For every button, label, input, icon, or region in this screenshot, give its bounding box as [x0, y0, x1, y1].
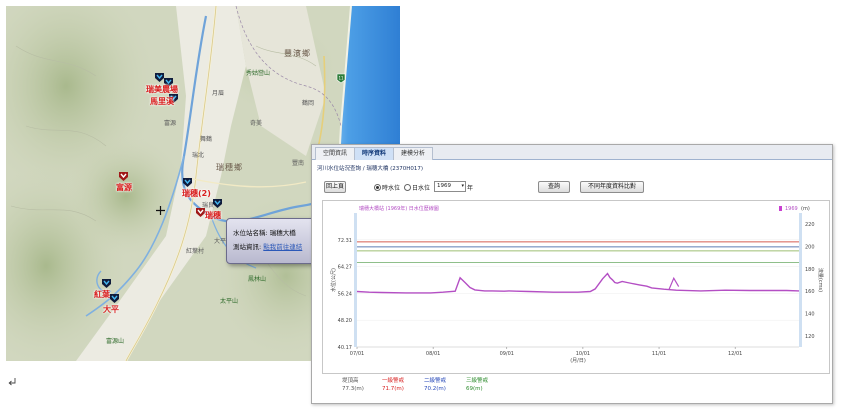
- x-tick-label: 08/01: [426, 351, 440, 357]
- query-controls: 回上頁 時水位 日水位 1969 ▾ 年 查詢 不同年度資料比對: [312, 181, 832, 195]
- popup-info-label: 測站資訊:: [233, 243, 262, 251]
- legend-value-level3: 69(m): [466, 386, 483, 392]
- radio-daily[interactable]: [404, 184, 411, 191]
- right-tick-label: 160: [805, 289, 815, 295]
- station-label-hongye[interactable]: 紅葉: [94, 289, 110, 300]
- radio-hourly-label: 時水位: [382, 185, 401, 192]
- query-button[interactable]: 查詢: [538, 181, 570, 193]
- crosshair-cursor-icon: [156, 206, 165, 215]
- station-pin-icon[interactable]: [182, 177, 193, 188]
- place-xiuguluan: 秀姑巒山: [246, 70, 271, 77]
- series-spike: [668, 276, 680, 291]
- right-tick-label: 220: [805, 222, 815, 228]
- y-tick-label: 72.31: [338, 238, 352, 244]
- place-ruibei: 瑞北: [192, 152, 205, 159]
- place-taiping-mountain: 太平山: [220, 298, 239, 305]
- place-yuemei: 月眉: [212, 90, 225, 97]
- station-panel: 空間資訊 時序資料 建模分析 河川水位站況查詢 / 瑞穗大橋 (2370H017…: [311, 144, 833, 404]
- corner-unit: (m): [801, 206, 810, 212]
- water-level-chart: 40.17 48.20 56.24 64.27 72.31 120 140 160 180 200…: [322, 200, 830, 374]
- y-tick-label: 48.20: [338, 318, 352, 324]
- y-tick-label: 64.27: [338, 265, 352, 271]
- place-hongye-village: 紅葉村: [186, 248, 205, 255]
- legend-value-crest: 77.3(m): [342, 386, 364, 392]
- popup-info-link[interactable]: 點我前往連結: [263, 243, 302, 251]
- legend-label-crest: 堤頂高: [342, 378, 359, 384]
- return-arrow-icon: [8, 378, 16, 386]
- place-hegang: 鶴岡: [302, 100, 315, 107]
- place-fengbin: 豐濱鄉: [284, 49, 311, 58]
- tab-time-series[interactable]: 時序資料: [354, 147, 394, 160]
- place-daping: 大平: [214, 238, 227, 245]
- compare-years-button[interactable]: 不同年度資料比對: [580, 181, 644, 193]
- year-select-value: 1969: [437, 183, 451, 189]
- left-axis-bar: [354, 213, 357, 347]
- right-tick-label: 180: [805, 267, 815, 273]
- x-tick-label: 10/01: [576, 351, 590, 357]
- highway-number: 11: [338, 76, 344, 81]
- place-wuhe: 舞鶴: [200, 136, 213, 143]
- year-unit-label: 年: [467, 185, 474, 192]
- legend-value-level2: 70.2(m): [424, 386, 446, 392]
- right-tick-label: 120: [805, 334, 815, 340]
- place-fuyuan-mountain: 富源山: [106, 338, 125, 345]
- station-pin-icon[interactable]: [101, 278, 112, 289]
- station-label-ruisui2[interactable]: 瑞穗(2): [182, 188, 211, 199]
- place-fuyuan: 富源: [164, 120, 177, 127]
- station-pin-icon[interactable]: [118, 171, 129, 182]
- popup-station-value: 瑞穗大橋: [269, 229, 296, 237]
- chevron-down-icon: ▾: [461, 183, 464, 189]
- radio-daily-label: 日水位: [412, 185, 431, 192]
- y-tick-label: 56.24: [338, 291, 352, 297]
- year-select[interactable]: 1969 ▾: [434, 181, 466, 192]
- threshold-legend: 堤頂高 77.3(m) 一級警戒 71.7(m) 二級警戒 70.2(m) 三級…: [312, 376, 832, 400]
- legend-label-level2: 二級警戒: [424, 378, 447, 384]
- legend-label: 1969: [785, 206, 798, 212]
- water-level-series: [356, 272, 800, 294]
- chart-canvas: 40.1748.2056.2464.2772.31120140160180200…: [330, 205, 824, 364]
- place-fenglin-mountain: 鳳林山: [248, 276, 267, 283]
- radio-hourly[interactable]: [374, 184, 381, 191]
- x-axis-title: (月/日): [570, 358, 586, 364]
- x-tick-label: 09/01: [500, 351, 514, 357]
- legend-label-level3: 三級警戒: [466, 378, 489, 384]
- station-label-fuyuan[interactable]: 富源: [116, 182, 132, 193]
- station-pin-icon[interactable]: [109, 293, 120, 304]
- station-pin-icon[interactable]: [212, 198, 223, 209]
- right-axis-title: 流量(cms): [817, 268, 824, 292]
- place-ruisui-township: 瑞穗鄉: [216, 163, 243, 172]
- legend-value-level1: 71.7(m): [382, 386, 404, 392]
- place-fengnan: 豐南: [292, 160, 305, 167]
- station-label-mali[interactable]: 馬里溪: [150, 96, 174, 107]
- legend-label-level1: 一級警戒: [382, 378, 405, 384]
- popup-station-label: 水位站名稱:: [233, 229, 268, 237]
- x-tick-label: 07/01: [350, 351, 364, 357]
- station-label-ruisui[interactable]: 瑞穗: [205, 210, 221, 221]
- x-tick-label: 11/01: [652, 351, 666, 357]
- panel-tab-bar: 空間資訊 時序資料 建模分析: [312, 145, 832, 160]
- right-tick-label: 200: [805, 245, 815, 251]
- tab-spatial-info[interactable]: 空間資訊: [315, 147, 355, 160]
- left-axis-title: 水位(公尺): [330, 268, 337, 292]
- x-tick-label: 12/01: [728, 351, 742, 357]
- tab-modeling-analysis[interactable]: 建模分析: [393, 147, 433, 160]
- place-qimei: 奇美: [250, 120, 263, 127]
- back-button[interactable]: 回上頁: [324, 181, 346, 193]
- legend-swatch: [779, 206, 782, 211]
- series-title: 瑞穗大橋站 (1969年) 日水位歷線圖: [359, 205, 439, 212]
- right-tick-label: 140: [805, 312, 815, 318]
- station-label-daping[interactable]: 大平: [103, 304, 119, 315]
- right-axis-bar: [799, 213, 802, 347]
- panel-title: 河川水位站況查詢 / 瑞穗大橋 (2370H017): [317, 166, 424, 172]
